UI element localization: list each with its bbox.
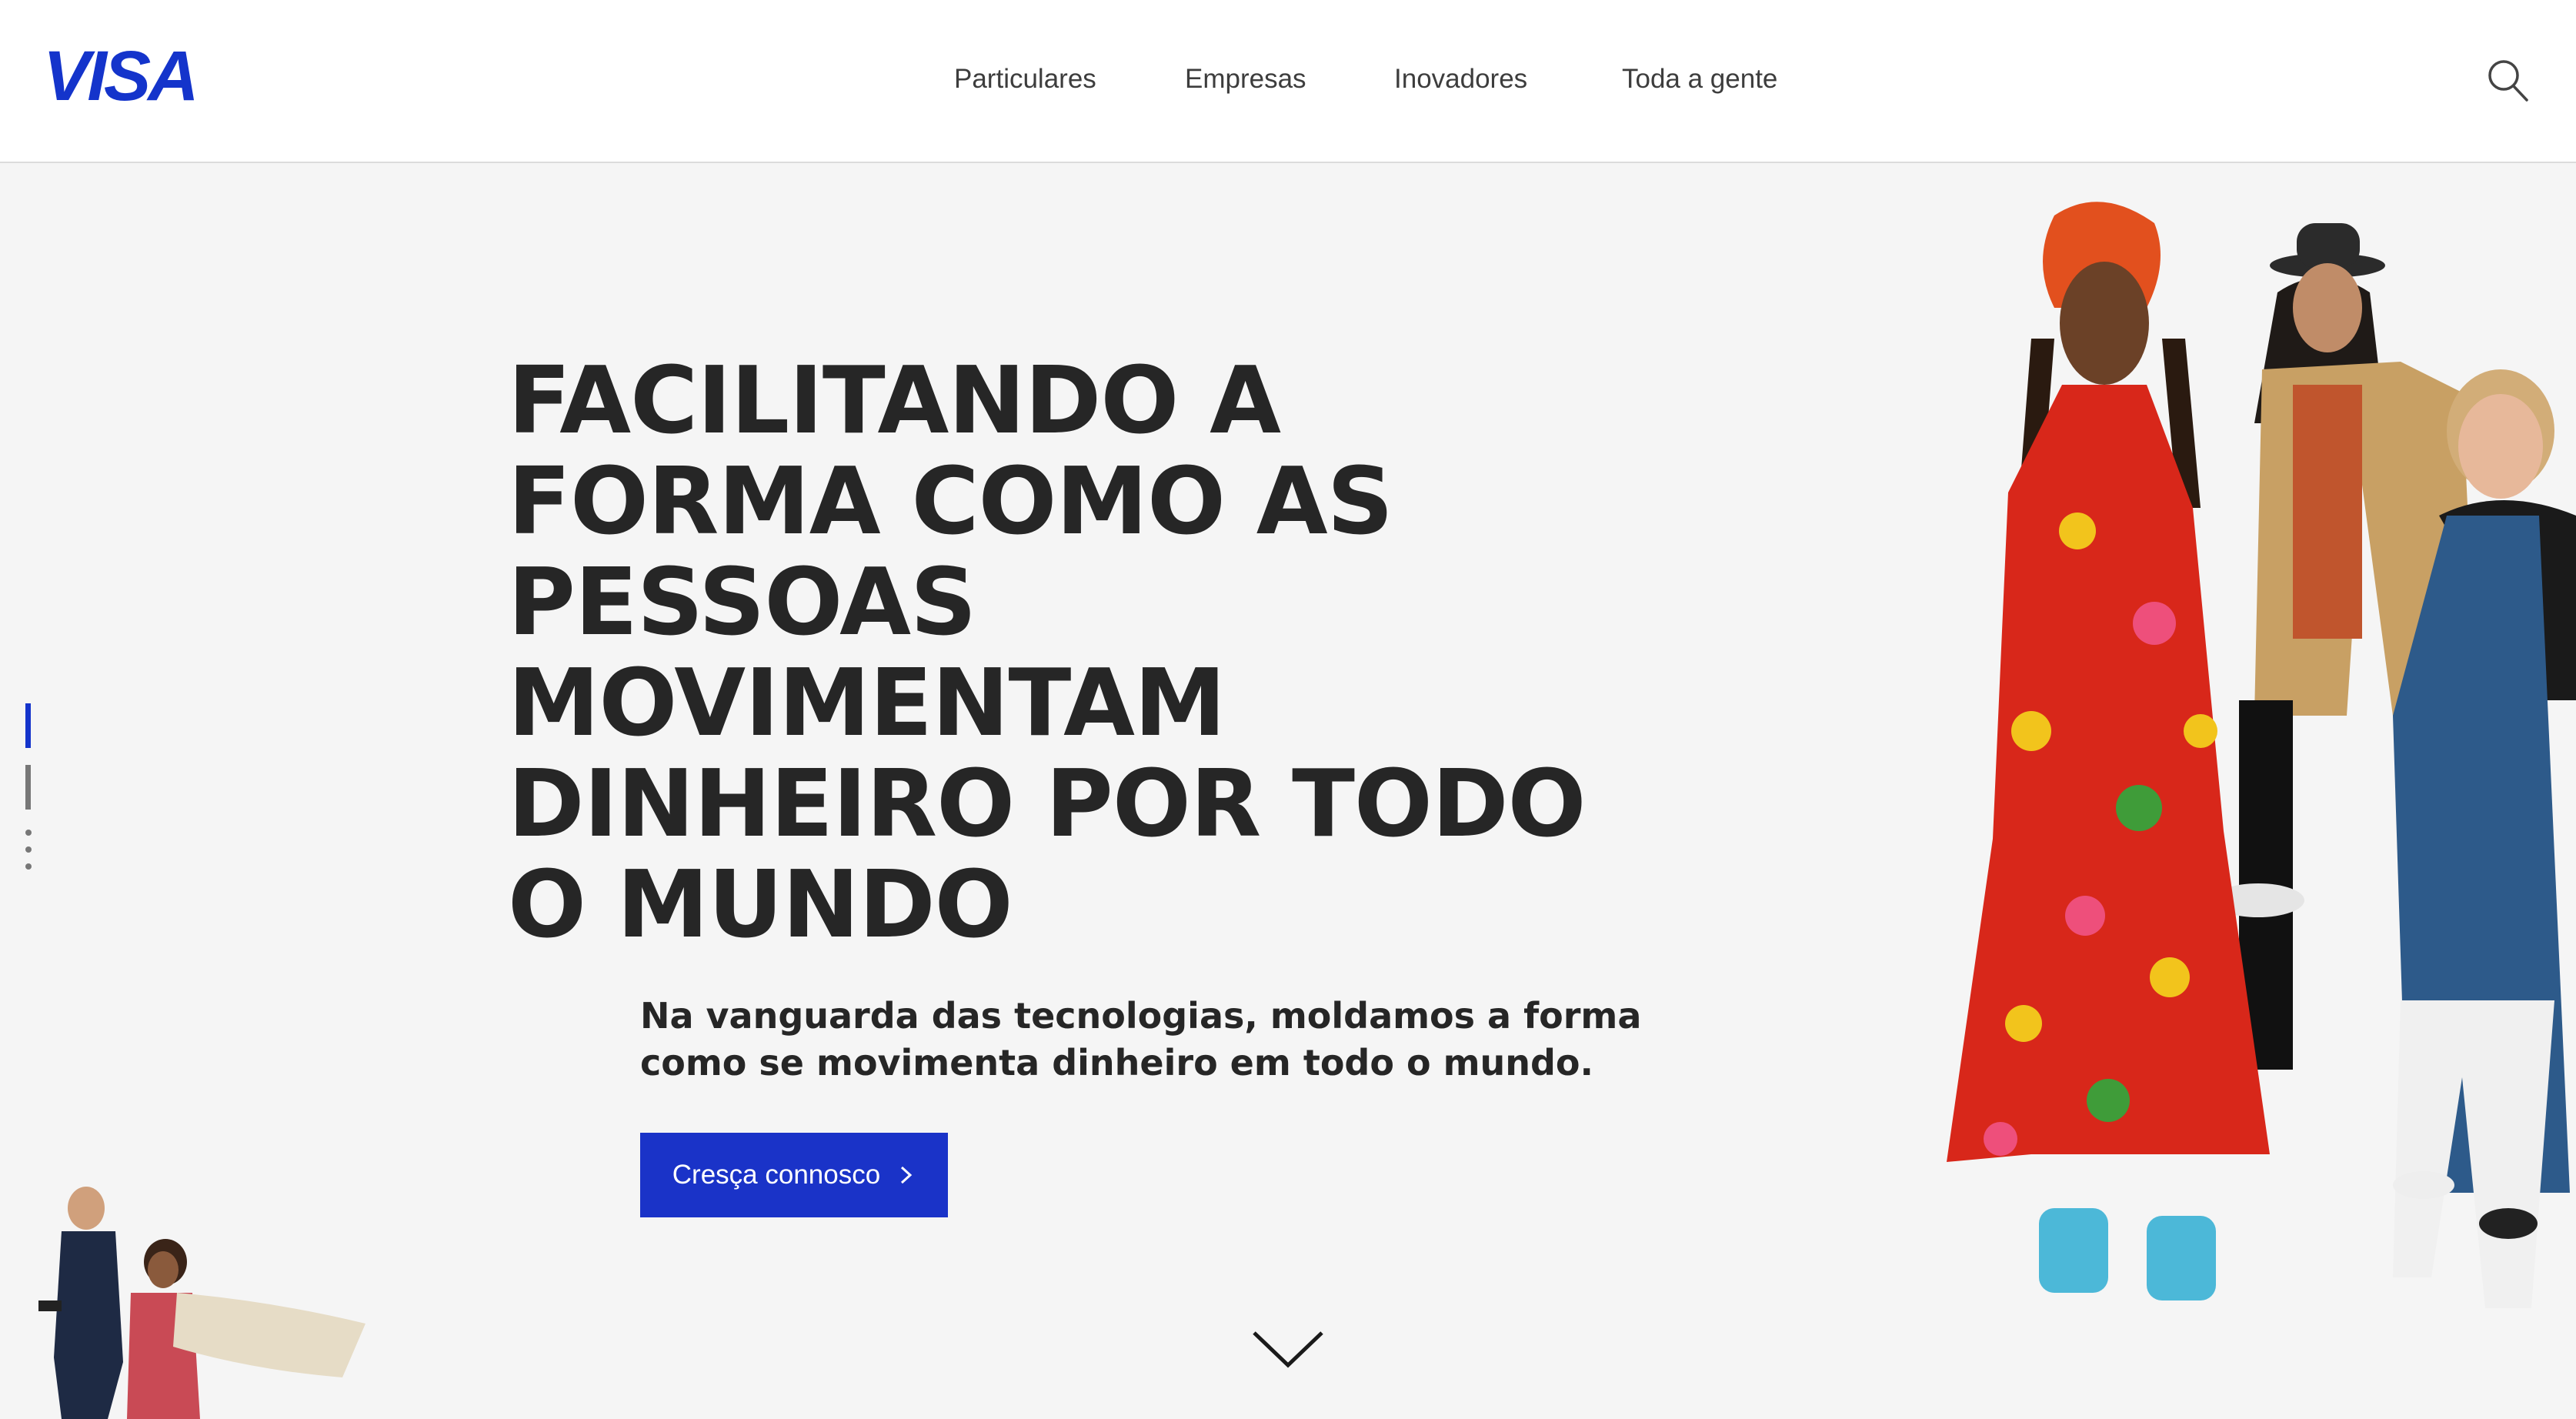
person-man-suit bbox=[38, 1187, 123, 1419]
nav-item-particulares[interactable]: Particulares bbox=[954, 62, 1096, 97]
person-woman-red-dress bbox=[1947, 202, 2270, 1300]
grow-with-us-button[interactable]: Cresça connosco bbox=[640, 1133, 948, 1217]
hero-subtitle: Na vanguarda das tecnologias, moldamos a… bbox=[640, 995, 1642, 1083]
slide-pager bbox=[23, 703, 38, 873]
nav-item-toda-a-gente[interactable]: Toda a gente bbox=[1622, 62, 1777, 97]
search-icon bbox=[2488, 60, 2528, 102]
site-header: VISA Particulares Empresas Inovadores To… bbox=[0, 0, 2576, 163]
main-nav: Particulares Empresas Inovadores Toda a … bbox=[0, 0, 2576, 162]
hero-people-image bbox=[1947, 202, 2576, 1308]
nav-item-empresas[interactable]: Empresas bbox=[1185, 62, 1306, 97]
hero-title: FACILITANDO A FORMA COMO AS PESSOAS MOVI… bbox=[508, 348, 1587, 959]
nav-item-inovadores[interactable]: Inovadores bbox=[1394, 62, 1527, 97]
pager-dot[interactable] bbox=[25, 863, 32, 870]
chevron-right-icon bbox=[901, 1166, 913, 1184]
pager-item-active[interactable] bbox=[25, 703, 31, 748]
hero-people-left-image bbox=[38, 1187, 365, 1419]
cta-label: Cresça connosco bbox=[672, 1160, 881, 1190]
pager-dot[interactable] bbox=[25, 846, 32, 853]
search-button[interactable] bbox=[2487, 57, 2530, 103]
scroll-down-button[interactable] bbox=[1251, 1328, 1325, 1371]
chevron-down-icon bbox=[1253, 1331, 1323, 1368]
pager-item[interactable] bbox=[25, 765, 31, 810]
person-woman-coat bbox=[127, 1239, 365, 1419]
pager-dot[interactable] bbox=[25, 830, 32, 836]
